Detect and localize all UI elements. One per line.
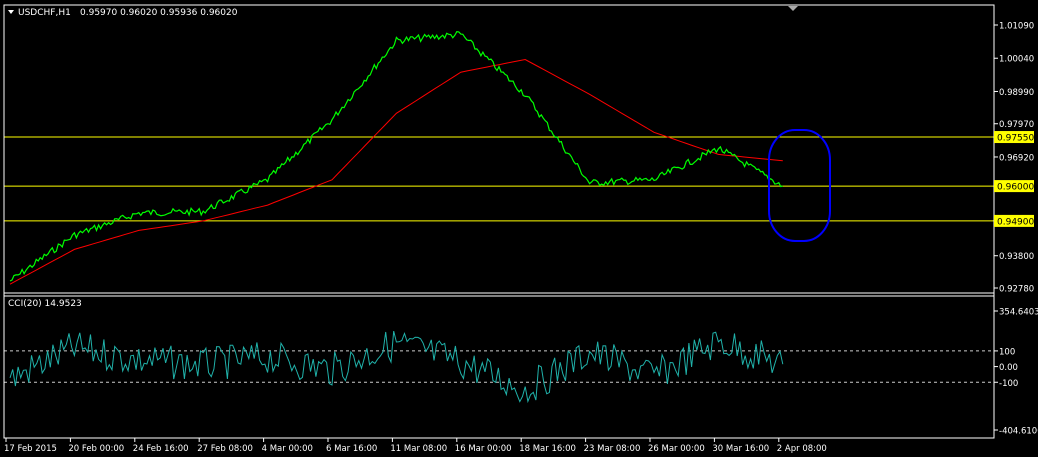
chart-background	[0, 0, 1038, 457]
cci-y-tick-label: -404.6106	[999, 427, 1038, 437]
x-tick-label: 24 Feb 16:00	[133, 444, 189, 454]
price-y-axis: 1.01090 1.00040 0.98990 0.97970 0.96920 0.938…	[994, 22, 1034, 295]
x-tick-label: 20 Feb 00:00	[68, 444, 124, 454]
price-y-tick-label: 0.98990	[999, 88, 1034, 98]
price-y-tick-label: 1.01090	[999, 22, 1034, 32]
x-tick-label: 17 Feb 2015	[4, 444, 57, 454]
x-tick-label: 16 Mar 00:00	[455, 444, 512, 454]
x-tick-label: 27 Feb 08:00	[197, 444, 253, 454]
symbol-title: USDCHF,H1	[18, 8, 71, 18]
level-label: 0.94900	[997, 217, 1034, 227]
cci-y-tick-label: -100	[999, 379, 1018, 389]
chart-window: 1.01090 1.00040 0.98990 0.97970 0.96920 0.938…	[0, 0, 1038, 457]
x-tick-label: 23 Mar 08:00	[584, 444, 641, 454]
ohlc-values: 0.95970 0.96020 0.95936 0.96020	[80, 8, 238, 18]
level-label: 0.97550	[997, 134, 1034, 144]
cci-title: CCI(20) 14.9523	[8, 299, 82, 309]
x-tick-label: 30 Mar 16:00	[712, 444, 769, 454]
x-tick-label: 2 Apr 08:00	[777, 444, 827, 454]
x-tick-label: 18 Mar 16:00	[519, 444, 576, 454]
cci-y-tick-label: 0.00	[999, 363, 1018, 373]
price-y-tick-label: 1.00040	[999, 55, 1034, 65]
x-tick-label: 6 Mar 16:00	[326, 444, 377, 454]
price-y-tick-label: 0.96920	[999, 153, 1034, 163]
cci-y-tick-label: 354.6403	[999, 308, 1038, 318]
level-label: 0.96000	[997, 183, 1034, 193]
price-y-tick-label: 0.97970	[999, 120, 1034, 130]
price-y-tick-label: 0.92780	[999, 285, 1034, 295]
price-y-tick-label: 0.93800	[999, 252, 1034, 262]
x-tick-label: 26 Mar 00:00	[648, 444, 705, 454]
cci-y-tick-label: 100	[999, 347, 1015, 357]
x-tick-label: 11 Mar 08:00	[390, 444, 447, 454]
x-tick-label: 4 Mar 00:00	[262, 444, 313, 454]
